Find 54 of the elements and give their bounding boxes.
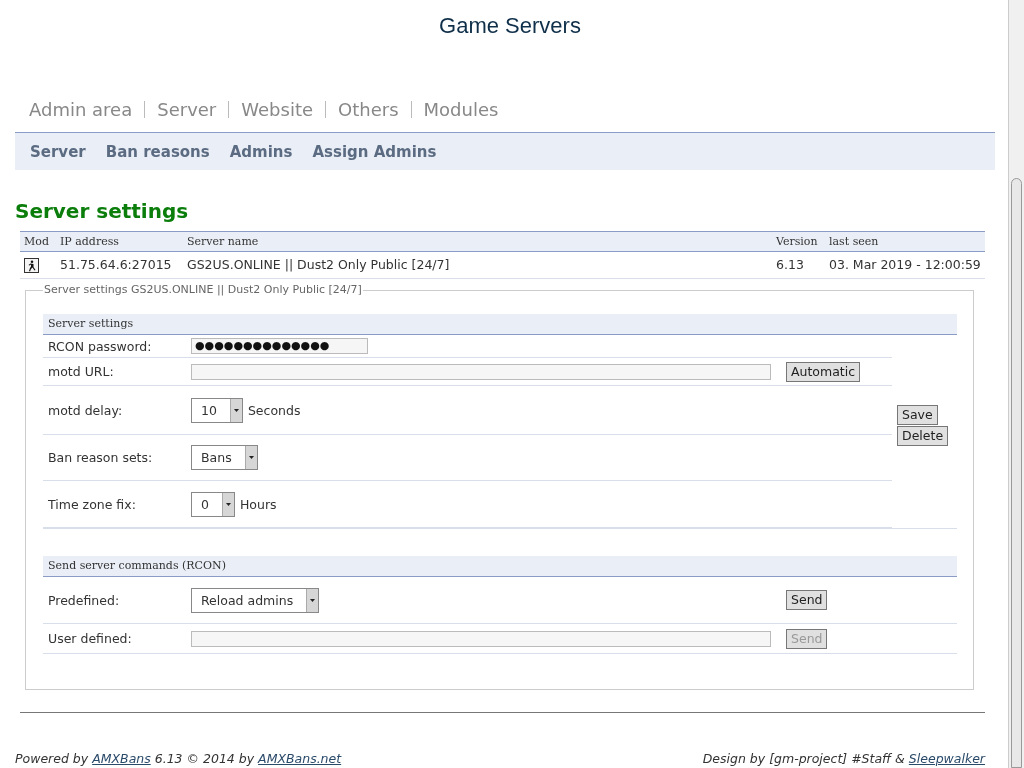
- footer-text: Design by [gm-project] #Staff & Sleepwalker: [702, 751, 985, 766]
- unit-label: Seconds: [247, 402, 301, 418]
- site-subtitle: Game Servers: [439, 13, 581, 39]
- section-header: Send server commands (RCON): [43, 556, 957, 577]
- submenu-link[interactable]: Ban reasons: [105, 142, 210, 161]
- field-label: User defined:: [47, 631, 133, 646]
- form-button[interactable]: Delete: [897, 426, 949, 446]
- field-label: motd delay:: [47, 402, 124, 418]
- field-label: RCON password:: [47, 338, 153, 354]
- column-header: Version: [772, 231, 825, 252]
- caret-icon: [310, 598, 316, 602]
- footer-link[interactable]: AMXBans: [92, 751, 151, 766]
- footer-text: Powered by AMXBans 6.13 © 2014 by AMXBans.net: [15, 751, 342, 766]
- submenu-link[interactable]: Server: [30, 142, 86, 161]
- field-label: motd URL:: [47, 364, 115, 379]
- text-field[interactable]: [191, 630, 771, 647]
- column-header: last seen: [825, 231, 985, 252]
- form-button[interactable]: Save: [897, 405, 938, 425]
- scrollbar-thumb[interactable]: [1011, 178, 1022, 768]
- nav-link[interactable]: Website: [228, 101, 326, 118]
- column-header: Server name: [183, 231, 772, 252]
- action-button[interactable]: Automatic: [786, 361, 861, 382]
- caret-icon: [233, 408, 239, 412]
- table-cell: 6.13: [772, 252, 825, 279]
- caret-icon: [248, 456, 254, 459]
- text-field[interactable]: [191, 363, 771, 380]
- field-label: Time zone fix:: [47, 496, 137, 512]
- dropdown[interactable]: Bans: [191, 445, 258, 470]
- submenu-link[interactable]: Admins: [229, 142, 293, 161]
- dropdown[interactable]: 10: [191, 397, 243, 423]
- footer-link[interactable]: Sleepwalker: [908, 751, 985, 766]
- field-label: Ban reason sets:: [47, 450, 154, 465]
- table-cell: 51.75.64.6:27015: [56, 252, 183, 279]
- dropdown[interactable]: 0: [191, 491, 235, 517]
- unit-label: Hours: [239, 496, 277, 512]
- nav-link[interactable]: Server: [144, 101, 229, 118]
- password-field[interactable]: ●●●●●●●●●●●●●●: [191, 338, 368, 354]
- nav-link[interactable]: Admin area: [29, 101, 145, 118]
- footer-link[interactable]: AMXBans.net: [258, 751, 342, 766]
- panel-legend: Server settings GS2US.ONLINE || Dust2 Only Public [24/7]: [43, 283, 363, 297]
- nav-link[interactable]: Modules: [410, 101, 511, 118]
- section-header: Server settings: [43, 314, 957, 335]
- dropdown[interactable]: Reload admins: [191, 587, 320, 613]
- page-title: Server settings: [15, 199, 189, 223]
- nav-link[interactable]: Others: [325, 101, 411, 118]
- table-cell: GS2US.ONLINE || Dust2 Only Public [24/7]: [183, 252, 772, 279]
- column-header: Mod: [20, 231, 56, 252]
- player-icon: [24, 258, 39, 273]
- column-header: IP address: [56, 231, 183, 252]
- table-cell: 03. Mar 2019 - 12:00:59: [825, 252, 985, 279]
- caret-icon: [225, 502, 231, 506]
- field-label: Predefined:: [47, 592, 121, 608]
- action-button[interactable]: Send: [786, 590, 828, 610]
- submenu-link[interactable]: Assign Admins: [312, 142, 437, 161]
